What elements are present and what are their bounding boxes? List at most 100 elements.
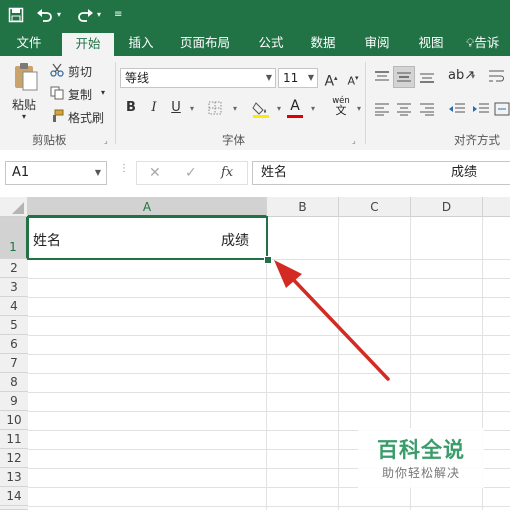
borders-dropdown-icon[interactable]: ▾ [226, 98, 244, 118]
row-header-2[interactable]: 2 [0, 259, 28, 278]
column-headers: A B C D [0, 197, 510, 217]
customize-icon[interactable]: ≡ [114, 0, 122, 30]
clipboard-launcher-icon[interactable]: ⌟ [104, 136, 108, 145]
paste-dropdown-icon[interactable]: ▾ [22, 112, 26, 121]
redo-icon[interactable] [76, 0, 94, 30]
row-header-8[interactable]: 8 [0, 373, 28, 392]
annotation-arrow [268, 258, 398, 391]
align-right-icon[interactable] [419, 102, 435, 119]
scissors-icon [50, 63, 64, 80]
bold-button[interactable]: B [122, 98, 140, 118]
save-icon[interactable] [8, 0, 24, 30]
tab-tell-me[interactable]: 💡︎告诉 [466, 30, 510, 56]
insert-function-icon[interactable]: fx [221, 162, 233, 184]
name-box[interactable]: A1 ▼ [5, 161, 107, 185]
row-header-13[interactable]: 13 [0, 468, 28, 487]
tab-review[interactable]: 审阅 [354, 30, 400, 56]
formula-controls: ✕ ✓ fx [136, 161, 248, 185]
row-header-10[interactable]: 10 [0, 411, 28, 430]
copy-button[interactable]: 复制 [68, 86, 92, 103]
row-header-3[interactable]: 3 [0, 278, 28, 297]
resize-handle-icon[interactable]: ⋮ [119, 164, 129, 174]
row-header-1[interactable]: 1 [0, 217, 28, 259]
align-center-icon[interactable] [396, 102, 412, 119]
chevron-down-icon: ▼ [307, 73, 314, 82]
increase-indent-icon[interactable] [472, 102, 490, 119]
undo-icon[interactable] [36, 0, 54, 30]
font-launcher-icon[interactable]: ⌟ [352, 136, 356, 145]
row-header-5[interactable]: 5 [0, 316, 28, 335]
decrease-font-size-icon[interactable]: A▾ [344, 68, 362, 88]
group-divider [115, 62, 116, 144]
font-color-icon[interactable]: A [286, 98, 304, 120]
font-size-select[interactable]: 11 ▼ [278, 68, 318, 88]
formula-text-left: 姓名 [261, 165, 288, 180]
tab-file[interactable]: 文件 [6, 30, 52, 56]
clipboard-group-label: 剪贴板 [32, 133, 67, 147]
cell-a1-right-text: 成绩 [221, 233, 249, 249]
column-header-a[interactable]: A [28, 197, 267, 217]
column-header-d[interactable]: D [411, 197, 483, 217]
formula-bar: A1 ▼ ⋮ ✕ ✓ fx 姓名 成绩 [0, 150, 510, 196]
redo-dropdown-icon[interactable]: ▾ [97, 0, 101, 30]
paste-icon[interactable] [12, 62, 40, 92]
merge-center-icon[interactable] [494, 102, 510, 119]
paste-button[interactable]: 粘贴 [12, 96, 36, 113]
italic-button[interactable]: I [145, 98, 163, 118]
align-bottom-icon[interactable] [419, 70, 435, 87]
orientation-dropdown-icon[interactable]: ▾ [464, 66, 482, 86]
column-header-e[interactable] [483, 197, 510, 217]
row-header-6[interactable]: 6 [0, 335, 28, 354]
row-header-14[interactable]: 14 [0, 487, 28, 506]
select-all-corner[interactable] [0, 197, 28, 217]
fill-color-icon[interactable] [252, 100, 270, 121]
chevron-down-icon: ▼ [94, 168, 101, 177]
cut-button[interactable]: 剪切 [68, 63, 92, 80]
underline-dropdown-icon[interactable]: ▾ [183, 98, 201, 118]
align-middle-icon[interactable] [393, 66, 415, 88]
undo-dropdown-icon[interactable]: ▾ [57, 0, 61, 30]
row-header-11[interactable]: 11 [0, 430, 28, 449]
watermark-title: 百科全说 [377, 438, 465, 462]
watermark: 百科全说 助你轻松解决 [358, 428, 484, 488]
row-header-7[interactable]: 7 [0, 354, 28, 373]
ribbon-tabs: 文件 开始 插入 页面布局 公式 数据 审阅 视图 💡︎告诉 [0, 30, 510, 56]
formula-text-right: 成绩 [451, 165, 478, 180]
formula-input[interactable]: 姓名 成绩 [252, 161, 510, 185]
font-group-label: 字体 [222, 133, 245, 147]
align-left-icon[interactable] [374, 102, 390, 119]
decrease-indent-icon[interactable] [448, 102, 466, 119]
column-header-b[interactable]: B [267, 197, 339, 217]
align-top-icon[interactable] [374, 70, 390, 87]
format-painter-icon [50, 109, 64, 126]
borders-icon[interactable] [208, 101, 222, 118]
alignment-group-label: 对齐方式 [454, 133, 500, 147]
copy-dropdown-icon[interactable]: ▾ [101, 88, 105, 97]
font-name-select[interactable]: 等线 ▼ [120, 68, 276, 88]
ribbon: 粘贴 ▾ 剪切 复制 ▾ 格式刷 剪贴板 ⌟ 等线 ▼ 11 ▼ A▴ A▾ B… [0, 56, 510, 151]
watermark-subtitle: 助你轻松解决 [381, 466, 460, 480]
wrap-text-icon[interactable] [488, 68, 506, 87]
tab-home[interactable]: 开始 [62, 33, 114, 56]
font-name-value: 等线 [125, 71, 150, 85]
row-header-12[interactable]: 12 [0, 449, 28, 468]
enter-icon[interactable]: ✓ [185, 162, 197, 184]
cancel-icon[interactable]: ✕ [149, 162, 161, 184]
font-size-value: 11 [283, 71, 299, 85]
name-box-value: A1 [12, 165, 30, 180]
increase-font-size-icon[interactable]: A▴ [322, 68, 340, 90]
format-painter-button[interactable]: 格式刷 [68, 109, 104, 126]
tab-view[interactable]: 视图 [408, 30, 454, 56]
tab-formulas[interactable]: 公式 [248, 30, 294, 56]
column-header-c[interactable]: C [339, 197, 411, 217]
tab-data[interactable]: 数据 [300, 30, 346, 56]
cell-a1[interactable]: 姓名 成绩 [27, 216, 268, 260]
tab-insert[interactable]: 插入 [118, 30, 164, 56]
tab-page-layout[interactable]: 页面布局 [172, 30, 238, 56]
chevron-down-icon: ▼ [265, 73, 272, 82]
font-color-dropdown-icon[interactable]: ▾ [304, 98, 322, 118]
row-header-4[interactable]: 4 [0, 297, 28, 316]
row-header-9[interactable]: 9 [0, 392, 28, 411]
title-bar: ▾ ▾ ≡ [0, 0, 510, 30]
row-header-15[interactable] [0, 506, 28, 510]
